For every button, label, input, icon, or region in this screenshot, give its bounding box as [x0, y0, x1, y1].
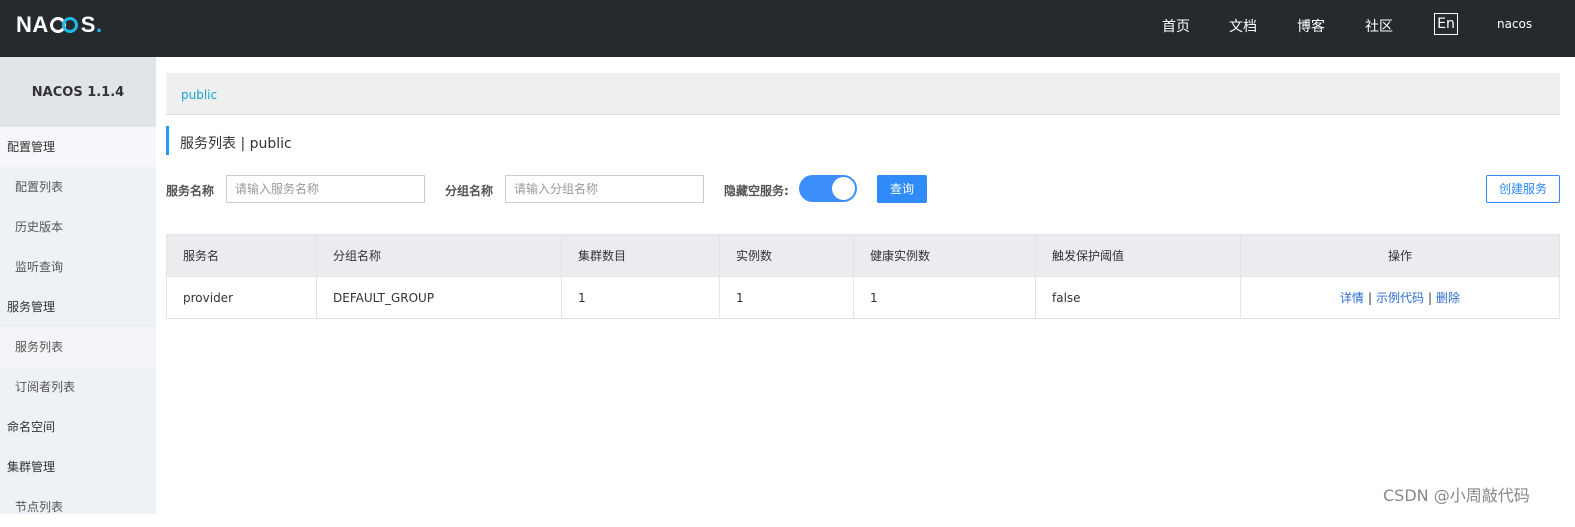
nav-community[interactable]: 社区 — [1365, 16, 1393, 36]
logo-text-start: NA — [16, 12, 49, 37]
separator: | — [1428, 291, 1433, 305]
sidebar-item-node-list[interactable]: 节点列表 — [0, 487, 156, 527]
sidebar-title: NACOS 1.1.4 — [0, 57, 156, 127]
logo-dot: . — [95, 12, 103, 37]
nav-docs[interactable]: 文档 — [1229, 16, 1257, 36]
create-service-button[interactable]: 创建服务 — [1486, 175, 1560, 203]
col-group-name: 分组名称 — [316, 234, 562, 277]
separator: | — [1367, 291, 1372, 305]
group-name-label: 分组名称 — [445, 184, 494, 198]
cell-threshold: false — [1035, 276, 1241, 319]
sidebar-group-service[interactable]: 服务管理 — [0, 287, 156, 327]
sample-code-link[interactable]: 示例代码 — [1376, 291, 1424, 305]
logo-rings-icon — [49, 16, 80, 34]
service-name-label: 服务名称 — [166, 184, 215, 198]
col-healthy-count: 健康实例数 — [853, 234, 1036, 277]
breadcrumb[interactable]: public — [166, 73, 1560, 115]
detail-link[interactable]: 详情 — [1340, 291, 1364, 305]
sidebar-group-config[interactable]: 配置管理 — [0, 127, 156, 167]
service-name-input[interactable]: 请输入服务名称 — [226, 175, 425, 203]
cell-service: provider — [166, 276, 317, 319]
service-table: 服务名 分组名称 集群数目 实例数 健康实例数 触发保护阈值 操作 provid… — [166, 234, 1560, 319]
hide-empty-toggle[interactable] — [799, 175, 857, 202]
sidebar-item-config-list[interactable]: 配置列表 — [0, 167, 156, 207]
col-service-name: 服务名 — [166, 234, 317, 277]
sidebar-item-listener-query[interactable]: 监听查询 — [0, 247, 156, 287]
sidebar-group-cluster[interactable]: 集群管理 — [0, 447, 156, 487]
sidebar-group-namespace[interactable]: 命名空间 — [0, 407, 156, 447]
nav-home[interactable]: 首页 — [1162, 16, 1190, 36]
user-name[interactable]: nacos — [1497, 17, 1532, 31]
cell-actions: 详情 | 示例代码 | 删除 — [1240, 276, 1560, 319]
cell-clusters: 1 — [561, 276, 720, 319]
col-actions: 操作 — [1240, 234, 1560, 277]
col-cluster-count: 集群数目 — [561, 234, 720, 277]
cell-group: DEFAULT_GROUP — [316, 276, 562, 319]
sidebar: NACOS 1.1.4 配置管理 配置列表 历史版本 监听查询 服务管理 服务列… — [0, 57, 156, 514]
toggle-knob — [832, 177, 855, 200]
group-name-input[interactable]: 请输入分组名称 — [505, 175, 704, 203]
sidebar-item-history[interactable]: 历史版本 — [0, 207, 156, 247]
language-switch[interactable]: En — [1434, 13, 1458, 35]
query-button[interactable]: 查询 — [877, 175, 927, 203]
table-header-row: 服务名 分组名称 集群数目 实例数 健康实例数 触发保护阈值 操作 — [166, 234, 1560, 277]
col-instance-count: 实例数 — [719, 234, 854, 277]
hide-empty-label: 隐藏空服务: — [724, 184, 789, 198]
watermark: CSDN @小周敲代码 — [1383, 486, 1530, 505]
top-navbar: NA S . 首页 文档 博客 社区 En nacos — [0, 0, 1575, 57]
table-row: provider DEFAULT_GROUP 1 1 1 false 详情 | 示例… — [166, 276, 1560, 319]
col-threshold: 触发保护阈值 — [1035, 234, 1241, 277]
nacos-logo[interactable]: NA S . — [16, 11, 103, 39]
delete-link[interactable]: 删除 — [1436, 291, 1460, 305]
cell-instances: 1 — [719, 276, 854, 319]
sidebar-item-service-list[interactable]: 服务列表 — [0, 327, 156, 367]
page-title: 服务列表 | public — [166, 126, 292, 155]
sidebar-item-subscribers[interactable]: 订阅者列表 — [0, 367, 156, 407]
logo-text-end: S — [80, 12, 96, 37]
nav-blog[interactable]: 博客 — [1297, 16, 1325, 36]
cell-healthy: 1 — [853, 276, 1036, 319]
